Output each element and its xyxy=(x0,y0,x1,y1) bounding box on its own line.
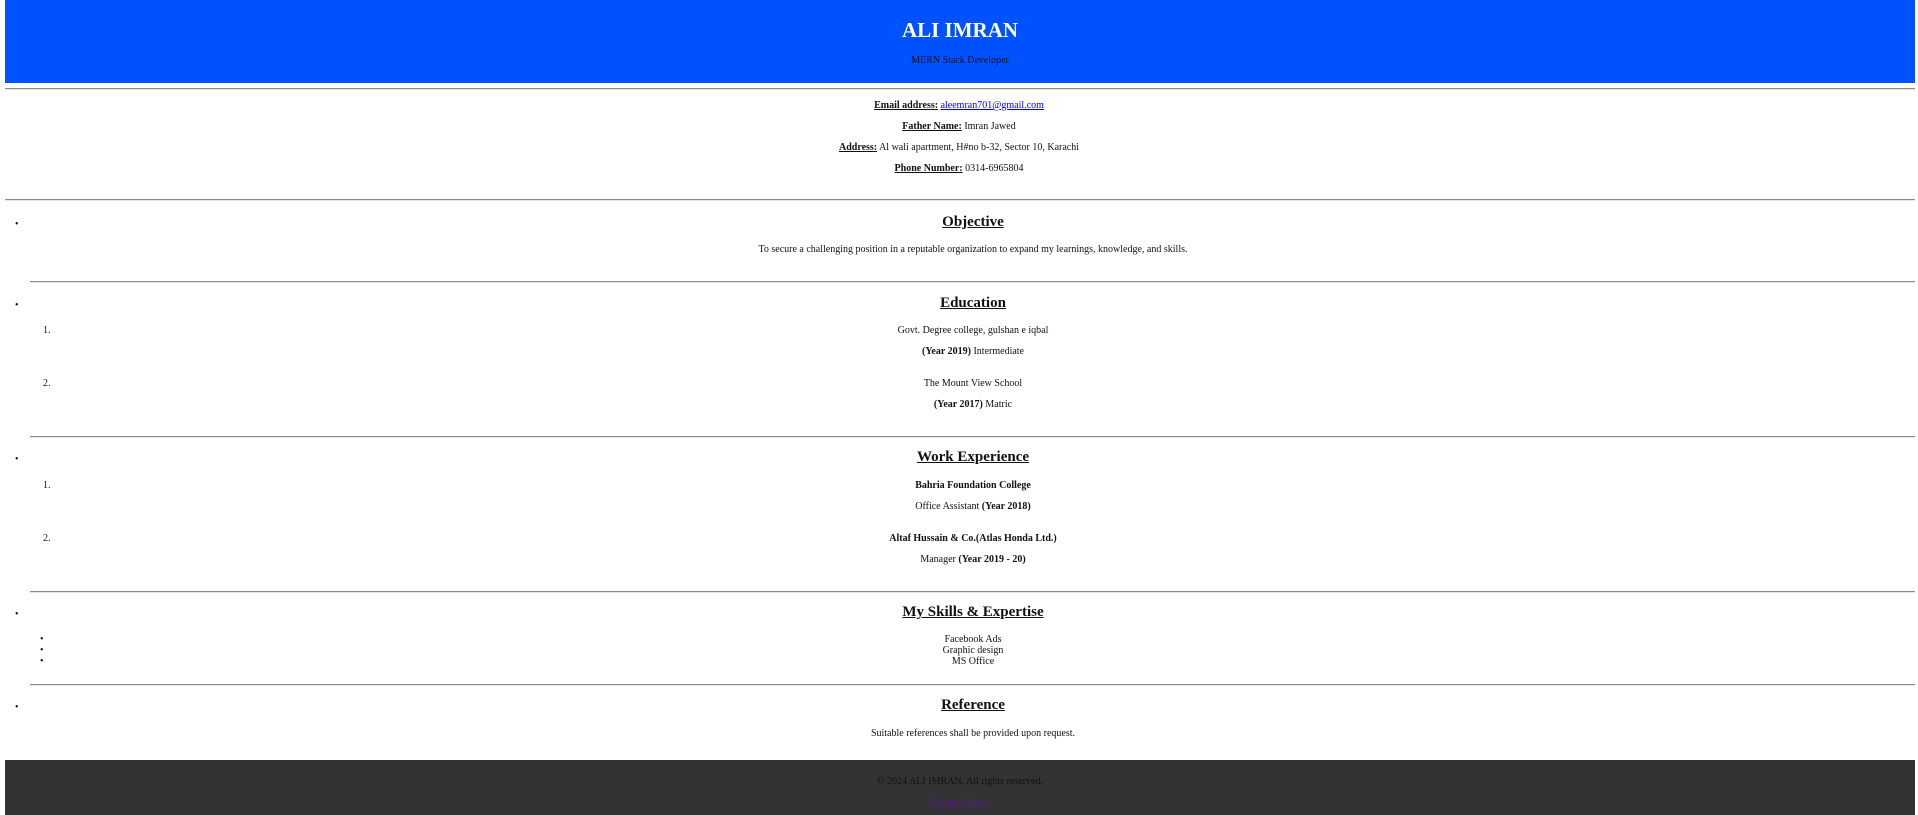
email-link[interactable]: aleemran701@gmail.com xyxy=(941,100,1044,111)
work-role-year: Office Assistant (Year 2018) xyxy=(30,501,1916,512)
education-level: Intermediate xyxy=(973,346,1024,357)
divider xyxy=(30,684,1915,686)
work-role: Office Assistant xyxy=(915,501,980,512)
skill-item: Facebook Ads xyxy=(944,634,1002,645)
phone-value: 0314-6965804 xyxy=(965,163,1024,174)
reference-heading: Reference xyxy=(941,697,1005,713)
objective-heading: Objective xyxy=(942,214,1004,230)
education-year-level: (Year 2019) Intermediate xyxy=(30,346,1916,357)
divider xyxy=(30,591,1915,593)
education-institution: The Mount View School xyxy=(923,378,1023,389)
footer-link[interactable]: Privacy Policy xyxy=(931,797,990,808)
skill-item: MS Office xyxy=(951,656,995,667)
resume-role: MERN Stack Developer xyxy=(911,55,1009,66)
objective-text: To secure a challenging position in a re… xyxy=(758,244,1188,255)
address-label: Address: xyxy=(838,142,878,153)
work-year: (Year 2018) xyxy=(981,501,1031,512)
header-banner: ALI IMRAN MERN Stack Developer xyxy=(5,0,1915,83)
skill-item: Graphic design xyxy=(942,645,1004,656)
footer: © 2024 ALI IMRAN. All rights reserved. P… xyxy=(5,760,1915,815)
contact-email: Email address: aleemran701@gmail.com xyxy=(0,100,1918,111)
phone-label: Phone Number: xyxy=(894,163,963,174)
divider xyxy=(5,88,1915,90)
work-role-year: Manager (Year 2019 - 20) xyxy=(30,554,1916,565)
work-company: Altaf Hussain & Co.(Atlas Honda Ltd.) xyxy=(889,533,1057,544)
footer-link-row: Privacy Policy xyxy=(5,797,1915,808)
father-label: Father Name: xyxy=(902,121,962,132)
skills-heading: My Skills & Expertise xyxy=(902,604,1044,620)
divider xyxy=(30,281,1915,283)
contact-father: Father Name: Imran Jawed xyxy=(0,121,1918,132)
footer-copyright: © 2024 ALI IMRAN. All rights reserved. xyxy=(877,776,1043,787)
list-bullet: • xyxy=(15,454,19,465)
education-year: (Year 2017) xyxy=(933,399,983,410)
father-value: Imran Jawed xyxy=(964,121,1016,132)
resume-name: ALI IMRAN xyxy=(901,18,1019,42)
education-year-level: (Year 2017) Matric xyxy=(30,399,1916,410)
email-label: Email address: xyxy=(874,100,939,111)
contact-address: Address: Al wali apartment, H#no b-32, S… xyxy=(0,142,1918,153)
reference-text: Suitable references shall be provided up… xyxy=(870,728,1076,739)
address-value: Al wali apartment, H#no b-32, Sector 10,… xyxy=(879,142,1080,153)
education-institution: Govt. Degree college, gulshan e iqbal xyxy=(897,325,1049,336)
education-heading: Education xyxy=(940,295,1006,311)
work-role: Manager xyxy=(920,554,956,565)
divider xyxy=(5,199,1915,201)
list-bullet: • xyxy=(15,702,19,713)
list-bullet: • xyxy=(15,609,19,620)
contact-phone: Phone Number: 0314-6965804 xyxy=(0,163,1918,174)
education-year: (Year 2019) xyxy=(921,346,971,357)
divider xyxy=(30,436,1915,438)
list-bullet: • xyxy=(15,219,19,230)
work-year: (Year 2019 - 20) xyxy=(958,554,1026,565)
work-heading: Work Experience xyxy=(916,449,1030,465)
list-bullet: • xyxy=(15,300,19,311)
education-level: Matric xyxy=(985,399,1013,410)
work-company: Bahria Foundation College xyxy=(915,480,1031,491)
